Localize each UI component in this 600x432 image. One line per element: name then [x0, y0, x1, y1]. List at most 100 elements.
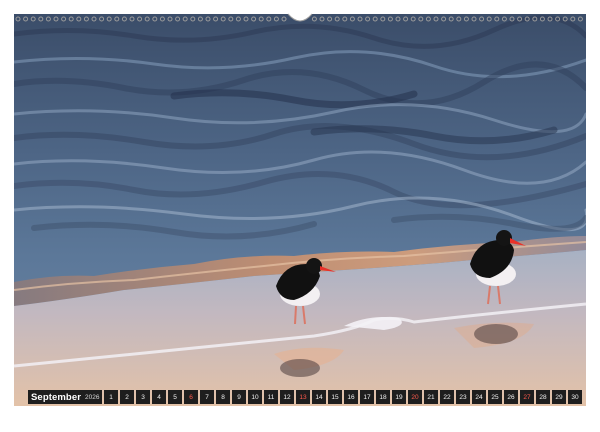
day-cell: 19: [392, 390, 406, 404]
binding-ring: [38, 16, 44, 22]
binding-ring: [190, 16, 196, 22]
day-cell: 6: [184, 390, 198, 404]
day-cell: 8: [216, 390, 230, 404]
calendar-page: September 2026 1 2 3 4 5 6 7 8 9 10 11 12 13 14 15 16 17…: [0, 0, 600, 432]
binding-ring: [152, 16, 158, 22]
day-cell: 9: [232, 390, 246, 404]
binding-ring: [235, 16, 241, 22]
binding-ring: [83, 16, 89, 22]
day-cell: 17: [360, 390, 374, 404]
binding-ring: [517, 16, 523, 22]
binding-ring: [403, 16, 409, 22]
binding-ring: [463, 16, 469, 22]
binding-ring: [266, 16, 272, 22]
day-cell: 14: [312, 390, 326, 404]
binding-ring: [53, 16, 59, 22]
binding-ring: [121, 16, 127, 22]
binding-ring: [562, 16, 568, 22]
binding-ring: [76, 16, 82, 22]
calendar-date-strip: September 2026 1 2 3 4 5 6 7 8 9 10 11 12 13 14 15 16 17…: [28, 390, 582, 404]
day-cell: 10: [248, 390, 262, 404]
binding-ring: [30, 16, 36, 22]
binding-ring: [357, 16, 363, 22]
day-cell: 13: [296, 390, 310, 404]
binding-ring: [433, 16, 439, 22]
binding-ring: [137, 16, 143, 22]
binding-ring: [486, 16, 492, 22]
binding-ring: [106, 16, 112, 22]
day-cell: 18: [376, 390, 390, 404]
binding-ring: [532, 16, 538, 22]
binding-ring: [220, 16, 226, 22]
photo-artwork: [14, 14, 586, 406]
binding-ring: [45, 16, 51, 22]
day-cell: 28: [536, 390, 550, 404]
photo-oystercatchers-on-beach: [14, 14, 586, 406]
binding-ring: [175, 16, 181, 22]
day-cell: 26: [504, 390, 518, 404]
day-cell: 1: [104, 390, 118, 404]
day-cell: 29: [552, 390, 566, 404]
binding-ring: [197, 16, 203, 22]
hanger-hook: [287, 13, 313, 22]
month-label-box: September 2026: [28, 390, 102, 404]
day-cell: 24: [472, 390, 486, 404]
binding-ring: [570, 16, 576, 22]
day-cell: 4: [152, 390, 166, 404]
day-cell: 27: [520, 390, 534, 404]
day-cell: 20: [408, 390, 422, 404]
binding-ring: [205, 16, 211, 22]
binding-ring: [555, 16, 561, 22]
binding-ring: [509, 16, 515, 22]
wire-binding: [14, 12, 586, 26]
binding-ring: [365, 16, 371, 22]
binding-ring: [494, 16, 500, 22]
binding-ring: [99, 16, 105, 22]
binding-ring: [479, 16, 485, 22]
binding-ring: [334, 16, 340, 22]
binding-ring: [273, 16, 279, 22]
day-cell: 22: [440, 390, 454, 404]
binding-ring: [372, 16, 378, 22]
binding-ring: [91, 16, 97, 22]
binding-ring: [349, 16, 355, 22]
binding-ring: [539, 16, 545, 22]
binding-ring: [258, 16, 264, 22]
day-cell: 12: [280, 390, 294, 404]
day-cell: 11: [264, 390, 278, 404]
binding-ring: [159, 16, 165, 22]
day-cell: 5: [168, 390, 182, 404]
binding-ring: [448, 16, 454, 22]
binding-rings: [15, 13, 583, 22]
binding-ring: [387, 16, 393, 22]
binding-ring: [327, 16, 333, 22]
binding-ring: [524, 16, 530, 22]
binding-ring: [410, 16, 416, 22]
binding-ring: [395, 16, 401, 22]
binding-ring: [129, 16, 135, 22]
binding-ring: [144, 16, 150, 22]
binding-ring: [418, 16, 424, 22]
day-cell: 21: [424, 390, 438, 404]
binding-ring: [68, 16, 74, 22]
binding-ring: [547, 16, 553, 22]
binding-ring: [15, 16, 21, 22]
month-name: September: [31, 391, 82, 403]
binding-ring: [311, 16, 317, 22]
binding-ring: [319, 16, 325, 22]
binding-ring: [577, 16, 583, 22]
binding-ring: [425, 16, 431, 22]
binding-ring: [61, 16, 67, 22]
day-cell: 15: [328, 390, 342, 404]
binding-ring: [228, 16, 234, 22]
binding-ring: [380, 16, 386, 22]
day-cell: 3: [136, 390, 150, 404]
day-cell: 16: [344, 390, 358, 404]
binding-ring: [167, 16, 173, 22]
binding-ring: [243, 16, 249, 22]
binding-ring: [23, 16, 29, 22]
day-cell: 2: [120, 390, 134, 404]
binding-ring: [251, 16, 257, 22]
day-cells: 1 2 3 4 5 6 7 8 9 10 11 12 13 14 15 16 17 18 19 20 21 22 23 24 2…: [104, 390, 582, 404]
binding-ring: [501, 16, 507, 22]
